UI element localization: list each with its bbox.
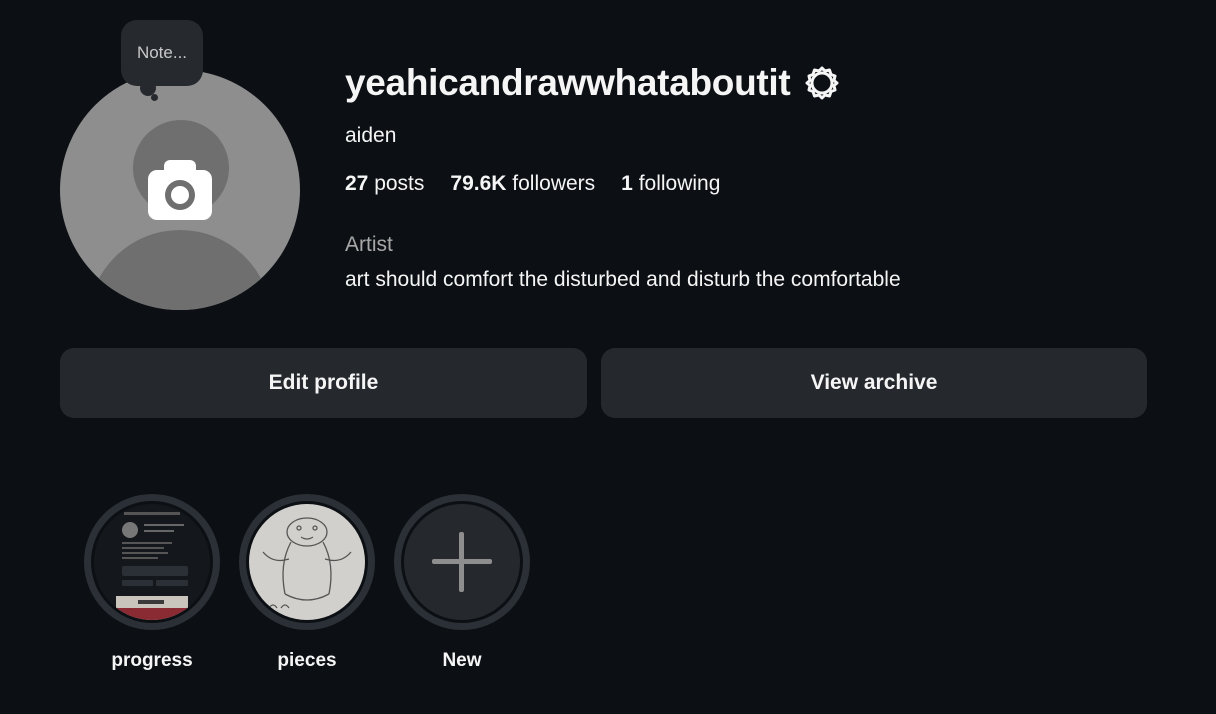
highlight-label: New xyxy=(442,650,482,671)
followers-label: followers xyxy=(512,172,596,195)
highlight-new[interactable]: New xyxy=(394,494,530,672)
profile-avatar[interactable] xyxy=(60,70,300,310)
following-stat[interactable]: 1 following xyxy=(621,172,720,196)
following-label: following xyxy=(638,172,721,195)
profile-category: Artist xyxy=(345,233,393,256)
followers-count: 79.6K xyxy=(450,172,507,195)
profile-screenshot-thumbnail xyxy=(94,504,210,620)
view-archive-button[interactable]: View archive xyxy=(601,348,1147,418)
highlight-label: pieces xyxy=(277,650,337,671)
display-name: aiden xyxy=(345,124,397,147)
posts-label: posts xyxy=(374,172,425,195)
profile-page: Note... yeahicandrawwhataboutit aiden 27… xyxy=(0,0,1216,714)
camera-icon xyxy=(148,160,212,220)
gear-icon[interactable] xyxy=(804,65,840,101)
highlight-ring xyxy=(394,494,530,630)
note-placeholder: Note... xyxy=(136,43,188,62)
followers-stat[interactable]: 79.6K followers xyxy=(450,172,595,196)
highlight-label: progress xyxy=(111,650,193,671)
username-row: yeahicandrawwhataboutit xyxy=(345,62,840,104)
posts-stat: 27 posts xyxy=(345,172,424,196)
highlight-pieces[interactable]: pieces xyxy=(239,494,375,672)
profile-stats: 27 posts 79.6K followers 1 following xyxy=(345,172,720,196)
highlight-progress[interactable]: progress xyxy=(84,494,220,672)
edit-profile-button[interactable]: Edit profile xyxy=(60,348,587,418)
profile-bio: art should comfort the disturbed and dis… xyxy=(345,268,901,291)
note-bubble-tail-small xyxy=(151,94,158,101)
avatar-body-silhouette xyxy=(88,230,272,310)
username: yeahicandrawwhataboutit xyxy=(345,62,791,103)
highlight-ring xyxy=(239,494,375,630)
highlight-ring xyxy=(84,494,220,630)
following-count: 1 xyxy=(621,172,633,195)
note-bubble[interactable]: Note... xyxy=(121,20,203,86)
drawing-thumbnail xyxy=(249,504,365,620)
plus-icon xyxy=(432,532,492,592)
posts-count: 27 xyxy=(345,172,369,195)
